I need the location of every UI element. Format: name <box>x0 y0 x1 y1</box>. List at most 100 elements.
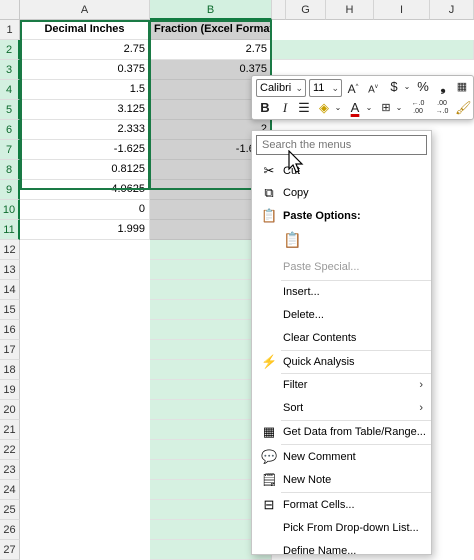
cell-a6[interactable]: 2.333 <box>20 120 150 140</box>
chevron-right-icon: › <box>419 402 423 414</box>
row-header-6[interactable]: 6 <box>0 120 20 140</box>
row-header-4[interactable]: 4 <box>0 80 20 100</box>
row-header-20[interactable]: 20 <box>0 400 20 420</box>
column-header-hidden[interactable] <box>272 0 286 20</box>
menu-item-new-comment[interactable]: 💬 New Comment <box>252 446 431 468</box>
row-header-10[interactable]: 10 <box>0 200 20 220</box>
row-header-3[interactable]: 3 <box>0 60 20 80</box>
copy-icon: ⧉ <box>264 185 274 200</box>
column-header-b[interactable]: B <box>150 0 272 20</box>
row-header-7[interactable]: 7 <box>0 140 20 160</box>
scissors-icon: ✂ <box>263 163 275 178</box>
row-header-18[interactable]: 18 <box>0 360 20 380</box>
row-header-13[interactable]: 13 <box>0 260 20 280</box>
menu-item-get-data[interactable]: ▦ Get Data from Table/Range... <box>252 421 431 443</box>
table-icon: ▦ <box>262 424 276 439</box>
cell-a9[interactable]: 4.0625 <box>20 180 150 200</box>
font-name-dropdown[interactable]: Calibri ⌄ <box>256 79 306 97</box>
menu-separator <box>281 492 431 493</box>
decrease-decimal-button[interactable]: .00 →.0 <box>432 100 452 116</box>
cell-b1[interactable]: Fraction (Excel Format) <box>150 20 272 40</box>
chevron-down-icon[interactable]: ⌄ <box>361 100 377 116</box>
row-header-2[interactable]: 2 <box>0 40 20 60</box>
cell-b2[interactable]: 2.75 <box>150 40 272 60</box>
column-header-g[interactable]: G <box>286 0 326 20</box>
cell-a2[interactable]: 2.75 <box>20 40 150 60</box>
format-table-icon[interactable]: ▦ <box>454 79 470 95</box>
chevron-down-icon: ⌄ <box>295 83 303 93</box>
row-header-17[interactable]: 17 <box>0 340 20 360</box>
chevron-right-icon: › <box>419 379 423 391</box>
cell-a5[interactable]: 3.125 <box>20 100 150 120</box>
bold-button[interactable]: B <box>257 100 273 116</box>
column-header-h[interactable]: H <box>326 0 374 20</box>
row-header-14[interactable]: 14 <box>0 280 20 300</box>
select-all-corner[interactable] <box>0 0 20 20</box>
mouse-pointer-icon <box>288 150 304 173</box>
font-size-value: 11 <box>313 82 325 94</box>
menu-search-input[interactable] <box>256 135 427 155</box>
align-center-icon[interactable]: ☰ <box>296 100 312 116</box>
row-header-25[interactable]: 25 <box>0 500 20 520</box>
row-header-9[interactable]: 9 <box>0 180 20 200</box>
italic-button[interactable]: I <box>277 100 293 116</box>
clipboard-icon: 📋 <box>261 208 278 223</box>
chevron-down-icon[interactable]: ⌄ <box>399 79 415 95</box>
increase-decimal-button[interactable]: ←.0 .00 <box>408 100 428 116</box>
row-header-24[interactable]: 24 <box>0 480 20 500</box>
row-header-26[interactable]: 26 <box>0 520 20 540</box>
menu-item-sort[interactable]: Sort › <box>252 397 431 419</box>
cell-a10[interactable]: 0 <box>20 200 150 220</box>
cell-a7[interactable]: -1.625 <box>20 140 150 160</box>
row-header-19[interactable]: 19 <box>0 380 20 400</box>
menu-item-new-note[interactable]: 🗒 New Note <box>252 469 431 491</box>
format-cells-icon: ⊟ <box>263 497 275 512</box>
mini-toolbar: Calibri ⌄ 11 ⌄ A^ Av $ ⌄ % ❟ ▦ B I ☰ ◈ ⌄… <box>251 75 474 120</box>
column-header-j[interactable]: J <box>430 0 474 20</box>
row-header-27[interactable]: 27 <box>0 540 20 560</box>
menu-item-cut[interactable]: ✂ Cut <box>252 160 431 182</box>
cell-a4[interactable]: 1.5 <box>20 80 150 100</box>
decrease-font-icon[interactable]: Av <box>365 79 381 95</box>
paste-clipboard-icon: 📋 <box>283 232 302 249</box>
paste-option-button[interactable]: 📋 <box>252 229 431 255</box>
cell-a8[interactable]: 0.8125 <box>20 160 150 180</box>
context-menu: ✂ Cut ⧉ Copy 📋 Paste Options: 📋 Paste Sp… <box>251 130 432 555</box>
row-header-16[interactable]: 16 <box>0 320 20 340</box>
chevron-down-icon[interactable]: ⌄ <box>391 100 407 116</box>
row-header-12[interactable]: 12 <box>0 240 20 260</box>
row-header-21[interactable]: 21 <box>0 420 20 440</box>
note-icon: 🗒 <box>261 472 278 487</box>
cell-a1[interactable]: Decimal Inches <box>20 20 150 40</box>
row-header-11[interactable]: 11 <box>0 220 20 240</box>
menu-item-define-name[interactable]: Define Name... <box>252 540 431 554</box>
menu-item-insert[interactable]: Insert... <box>252 281 431 303</box>
row-2-highlight <box>272 40 474 60</box>
menu-item-pick-list[interactable]: Pick From Drop-down List... <box>252 517 431 539</box>
font-size-dropdown[interactable]: 11 ⌄ <box>309 79 342 97</box>
row-header-23[interactable]: 23 <box>0 460 20 480</box>
chevron-down-icon: ⌄ <box>331 83 339 93</box>
percent-format-button[interactable]: % <box>415 79 431 95</box>
menu-item-clear-contents[interactable]: Clear Contents <box>252 327 431 349</box>
comma-style-button[interactable]: ❟ <box>435 79 451 95</box>
column-header-i[interactable]: I <box>374 0 430 20</box>
column-header-a[interactable]: A <box>20 0 150 20</box>
menu-item-copy[interactable]: ⧉ Copy <box>252 182 431 204</box>
row-header-1[interactable]: 1 <box>0 20 20 40</box>
format-painter-icon[interactable]: 🖌 <box>455 100 472 116</box>
menu-item-format-cells[interactable]: ⊟ Format Cells... <box>252 494 431 516</box>
increase-font-icon[interactable]: A^ <box>345 79 361 96</box>
row-header-15[interactable]: 15 <box>0 300 20 320</box>
row-header-8[interactable]: 8 <box>0 160 20 180</box>
menu-item-filter[interactable]: Filter › <box>252 374 431 396</box>
menu-item-paste-special[interactable]: Paste Special... <box>252 256 431 278</box>
row-header-5[interactable]: 5 <box>0 100 20 120</box>
quick-analysis-icon: ⚡ <box>261 354 278 369</box>
menu-item-delete[interactable]: Delete... <box>252 304 431 326</box>
cell-a11[interactable]: 1.999 <box>20 220 150 240</box>
menu-item-quick-analysis[interactable]: ⚡ Quick Analysis <box>252 351 431 373</box>
row-header-22[interactable]: 22 <box>0 440 20 460</box>
cell-a3[interactable]: 0.375 <box>20 60 150 80</box>
chevron-down-icon[interactable]: ⌄ <box>330 100 346 116</box>
